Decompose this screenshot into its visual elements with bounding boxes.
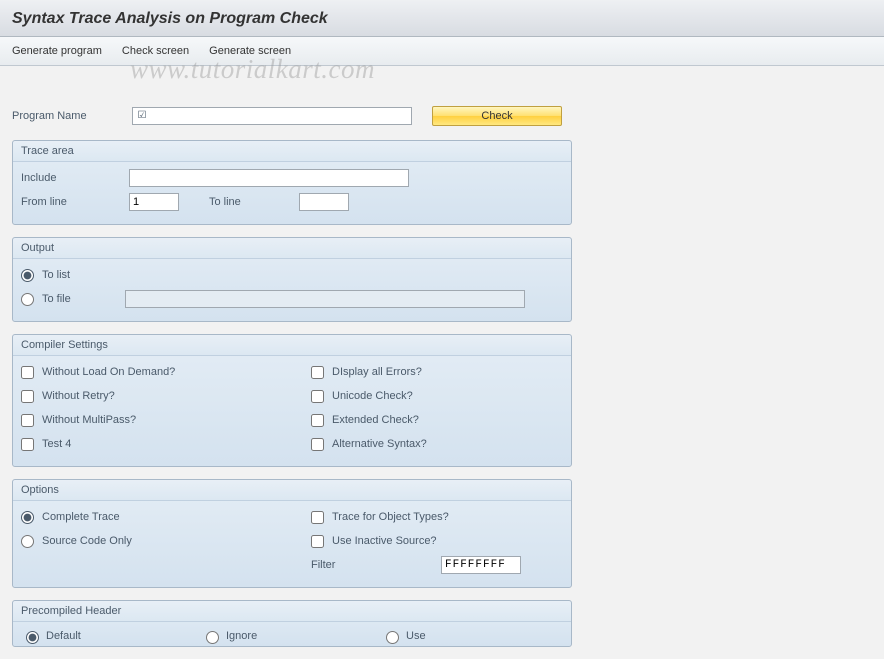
- trace-obj-checkbox[interactable]: [311, 511, 324, 524]
- pc-default-radio[interactable]: Default: [21, 628, 201, 644]
- test4-check[interactable]: Test 4: [21, 438, 71, 451]
- to-line-label: To line: [209, 196, 299, 208]
- to-file-radio[interactable]: To file: [21, 293, 125, 306]
- without-multi-label: Without MultiPass?: [42, 414, 136, 426]
- without-retry-label: Without Retry?: [42, 390, 115, 402]
- check-button[interactable]: Check: [432, 106, 562, 126]
- without-load-checkbox[interactable]: [21, 366, 34, 379]
- pc-ignore-radio-input[interactable]: [206, 631, 219, 644]
- without-load-label: Without Load On Demand?: [42, 366, 175, 378]
- from-line-label: From line: [21, 196, 129, 208]
- inactive-checkbox[interactable]: [311, 535, 324, 548]
- trace-obj-check[interactable]: Trace for Object Types?: [311, 511, 449, 524]
- include-label: Include: [21, 172, 129, 184]
- display-errors-label: DIsplay all Errors?: [332, 366, 422, 378]
- without-multi-check[interactable]: Without MultiPass?: [21, 414, 136, 427]
- extended-check-checkbox[interactable]: [311, 414, 324, 427]
- program-name-input[interactable]: [150, 108, 411, 124]
- to-file-label: To file: [42, 293, 71, 305]
- check-screen-button[interactable]: Check screen: [122, 43, 189, 59]
- to-list-radio[interactable]: To list: [21, 269, 70, 282]
- complete-trace-radio[interactable]: Complete Trace: [21, 511, 120, 524]
- without-load-check[interactable]: Without Load On Demand?: [21, 366, 175, 379]
- options-title: Options: [13, 480, 571, 501]
- alt-syntax-check[interactable]: Alternative Syntax?: [311, 438, 427, 451]
- pc-use-radio[interactable]: Use: [381, 628, 561, 644]
- pc-default-radio-input[interactable]: [26, 631, 39, 644]
- required-icon: ☑: [136, 110, 148, 122]
- precompiled-header-title: Precompiled Header: [13, 601, 571, 622]
- program-name-label: Program Name: [12, 110, 132, 122]
- pc-ignore-label: Ignore: [226, 630, 257, 642]
- app-toolbar: Generate program Check screen Generate s…: [0, 37, 884, 66]
- display-errors-checkbox[interactable]: [311, 366, 324, 379]
- generate-program-button[interactable]: Generate program: [12, 43, 102, 59]
- trace-obj-label: Trace for Object Types?: [332, 511, 449, 523]
- filter-label: Filter: [311, 559, 441, 571]
- without-multi-checkbox[interactable]: [21, 414, 34, 427]
- display-errors-check[interactable]: DIsplay all Errors?: [311, 366, 422, 379]
- compiler-settings-title: Compiler Settings: [13, 335, 571, 356]
- pc-default-label: Default: [46, 630, 81, 642]
- source-only-label: Source Code Only: [42, 535, 132, 547]
- inactive-check[interactable]: Use Inactive Source?: [311, 535, 437, 548]
- source-only-radio[interactable]: Source Code Only: [21, 535, 132, 548]
- alt-syntax-checkbox[interactable]: [311, 438, 324, 451]
- test4-checkbox[interactable]: [21, 438, 34, 451]
- include-input[interactable]: [129, 169, 409, 187]
- extended-check-label: Extended Check?: [332, 414, 419, 426]
- extended-check-check[interactable]: Extended Check?: [311, 414, 419, 427]
- source-only-radio-input[interactable]: [21, 535, 34, 548]
- trace-area-title: Trace area: [13, 141, 571, 162]
- to-list-label: To list: [42, 269, 70, 281]
- title-bar: Syntax Trace Analysis on Program Check: [0, 0, 884, 37]
- program-name-row: Program Name ☑ Check: [12, 106, 872, 126]
- output-title: Output: [13, 238, 571, 259]
- page-title: Syntax Trace Analysis on Program Check: [12, 10, 328, 27]
- program-name-input-wrap[interactable]: ☑: [132, 107, 412, 125]
- pc-ignore-radio[interactable]: Ignore: [201, 628, 381, 644]
- from-line-input[interactable]: [129, 193, 179, 211]
- complete-trace-label: Complete Trace: [42, 511, 120, 523]
- precompiled-header-group: Precompiled Header Default Ignore Use: [12, 600, 572, 647]
- filter-input[interactable]: [441, 556, 521, 574]
- unicode-check-check[interactable]: Unicode Check?: [311, 390, 413, 403]
- test4-label: Test 4: [42, 438, 71, 450]
- generate-screen-button[interactable]: Generate screen: [209, 43, 291, 59]
- alt-syntax-label: Alternative Syntax?: [332, 438, 427, 450]
- content-area: www.tutorialkart.com Program Name ☑ Chec…: [0, 66, 884, 659]
- unicode-check-label: Unicode Check?: [332, 390, 413, 402]
- pc-use-label: Use: [406, 630, 426, 642]
- without-retry-checkbox[interactable]: [21, 390, 34, 403]
- trace-area-group: Trace area Include From line To line: [12, 140, 572, 225]
- complete-trace-radio-input[interactable]: [21, 511, 34, 524]
- output-group: Output To list To file: [12, 237, 572, 322]
- without-retry-check[interactable]: Without Retry?: [21, 390, 115, 403]
- compiler-settings-group: Compiler Settings Without Load On Demand…: [12, 334, 572, 467]
- unicode-check-checkbox[interactable]: [311, 390, 324, 403]
- to-line-input[interactable]: [299, 193, 349, 211]
- to-file-input: [125, 290, 525, 308]
- to-file-radio-input[interactable]: [21, 293, 34, 306]
- inactive-label: Use Inactive Source?: [332, 535, 437, 547]
- to-list-radio-input[interactable]: [21, 269, 34, 282]
- pc-use-radio-input[interactable]: [386, 631, 399, 644]
- options-group: Options Complete Trace Source Code Only …: [12, 479, 572, 588]
